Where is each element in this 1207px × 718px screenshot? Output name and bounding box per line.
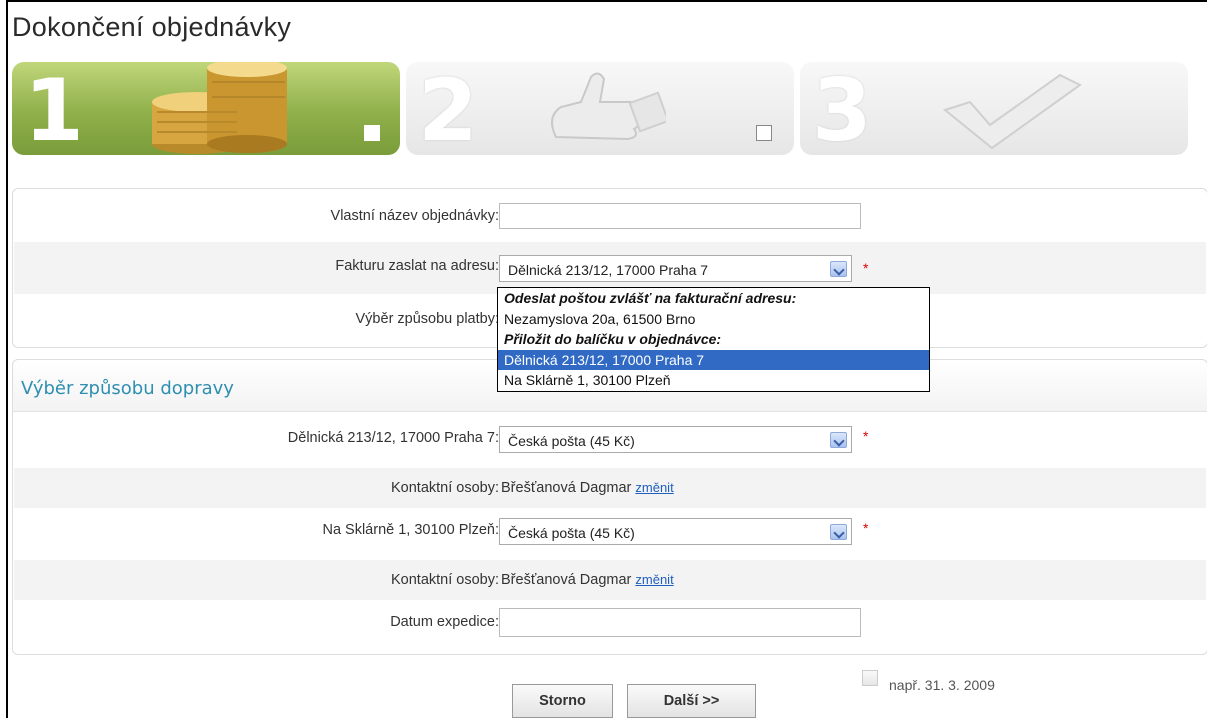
dropdown-option[interactable]: Nezamyslova 20a, 61500 Brno	[498, 309, 929, 330]
shipping-method-1-value: Česká pošta (45 Kč)	[508, 433, 635, 449]
page-title: Dokončení objednávky	[12, 12, 292, 42]
contact-2-value: Břešťanová Dagmar změnit	[501, 572, 674, 588]
shipping-method-1-select[interactable]: Česká pošta (45 Kč)	[499, 426, 852, 453]
order-name-label: Vlastní název objednávky:	[330, 208, 499, 224]
step-indicator	[756, 125, 772, 141]
dropdown-option[interactable]: Na Sklárně 1, 30100 Plzeň	[498, 370, 929, 391]
cancel-button[interactable]: Storno	[512, 684, 613, 718]
invoice-address-label: Fakturu zaslat na adresu:	[335, 258, 499, 274]
chevron-down-icon[interactable]	[830, 261, 847, 277]
contact-2-label: Kontaktní osoby:	[390, 572, 499, 588]
contact-1-label: Kontaktní osoby:	[390, 480, 499, 496]
change-contact-1-link[interactable]: změnit	[635, 480, 673, 495]
step-1: 1	[12, 62, 400, 155]
calendar-icon[interactable]	[862, 670, 878, 686]
invoice-address-select[interactable]: Dělnická 213/12, 17000 Praha 7	[499, 255, 852, 282]
contact-1-value: Břešťanová Dagmar změnit	[501, 480, 674, 496]
next-button[interactable]: Další >>	[627, 684, 756, 718]
shipping-method-2-value: Česká pošta (45 Kč)	[508, 525, 635, 541]
contact-1-row: Kontaktní osoby: Břešťanová Dagmar změni…	[14, 468, 1206, 508]
shipping-address-2-label: Na Sklárně 1, 30100 Plzeň:	[322, 522, 499, 538]
shipping-panel: Výběr způsobu dopravy Dělnická 213/12, 1…	[12, 359, 1207, 655]
section-title: Výběr způsobu dopravy	[21, 378, 234, 399]
change-contact-2-link[interactable]: změnit	[635, 572, 673, 587]
shipping-address-1-label: Dělnická 213/12, 17000 Praha 7:	[287, 430, 499, 446]
payment-label: Výběr způsobu platby:	[355, 311, 499, 327]
step-2: 2	[406, 62, 794, 155]
dropdown-option[interactable]: Dělnická 213/12, 17000 Praha 7	[498, 349, 929, 370]
coins-icon	[152, 62, 287, 154]
order-name-input[interactable]	[499, 203, 861, 229]
shipping-method-2-select[interactable]: Česká pošta (45 Kč)	[499, 518, 852, 545]
required-mark: *	[863, 260, 869, 276]
required-mark: *	[863, 428, 869, 444]
step-number: 1	[24, 62, 84, 155]
step-number: 2	[418, 62, 478, 155]
invoice-address-dropdown[interactable]: Odeslat poštou zvlášť na fakturační adre…	[497, 287, 930, 392]
chevron-down-icon[interactable]	[830, 432, 847, 448]
contact-2-name: Břešťanová Dagmar	[501, 572, 632, 588]
step-indicator	[364, 125, 380, 141]
contact-1-name: Břešťanová Dagmar	[501, 480, 632, 496]
dropdown-group: Přiložit do balíčku v objednávce:	[504, 331, 722, 347]
contact-2-row: Kontaktní osoby: Břešťanová Dagmar změni…	[14, 560, 1206, 600]
thumbs-up-icon	[551, 72, 666, 141]
step-number: 3	[812, 62, 872, 155]
date-row: Datum expedice:	[14, 604, 1206, 648]
shipping-address-2-row: Na Sklárně 1, 30100 Plzeň: Česká pošta (…	[14, 510, 1206, 554]
dropdown-group: Odeslat poštou zvlášť na fakturační adre…	[504, 290, 797, 306]
step-3: 3	[800, 62, 1188, 155]
required-mark: *	[863, 520, 869, 536]
invoice-address-value: Dělnická 213/12, 17000 Praha 7	[508, 262, 709, 278]
date-hint: např. 31. 3. 2009	[889, 677, 995, 693]
chevron-down-icon[interactable]	[830, 524, 847, 540]
order-name-row: Vlastní název objednávky:	[14, 198, 1206, 234]
date-label: Datum expedice:	[390, 614, 499, 630]
shipping-address-1-row: Dělnická 213/12, 17000 Praha 7: Česká po…	[14, 418, 1206, 462]
date-input[interactable]	[499, 608, 861, 637]
checkmark-icon	[942, 73, 1082, 150]
